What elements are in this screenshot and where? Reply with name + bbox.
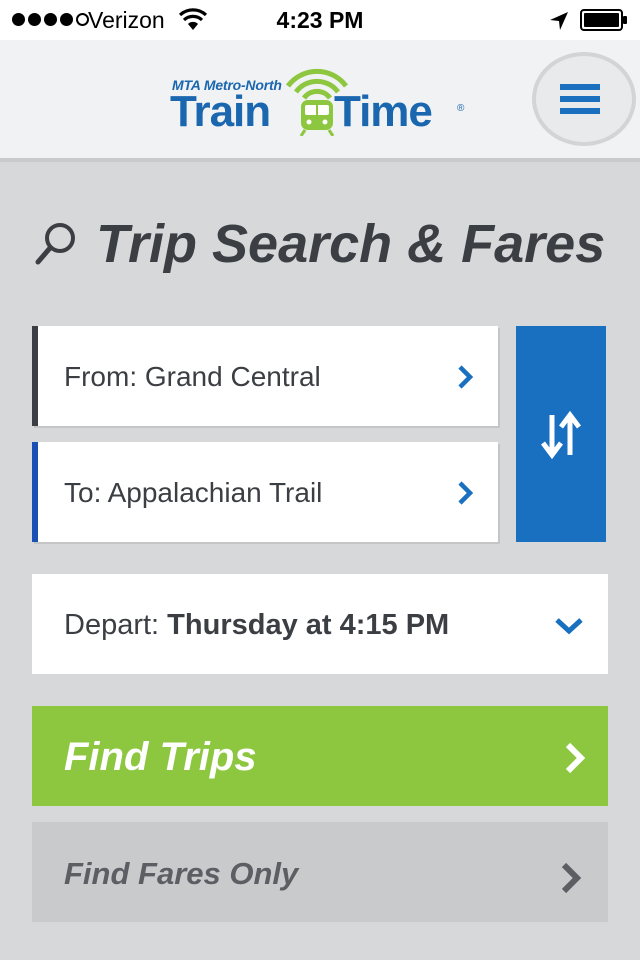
to-station-field[interactable]: To: Appalachian Trail [32, 442, 498, 542]
logo-trademark: ® [457, 103, 465, 114]
battery-icon [580, 9, 627, 31]
find-trips-label: Find Trips [64, 735, 257, 779]
depart-time-selector[interactable]: Depart: Thursday at 4:15 PM [32, 574, 608, 674]
depart-value: Thursday at 4:15 PM [167, 609, 450, 641]
depart-prefix: Depart: [64, 609, 168, 641]
chevron-right-icon [458, 365, 474, 389]
menu-button[interactable] [532, 52, 636, 146]
chevron-down-icon [555, 618, 583, 635]
logo-word-time: Time [334, 87, 433, 136]
status-time: 4:23 PM [276, 7, 364, 33]
status-bar: Verizon 4:23 PM [0, 0, 640, 40]
location-arrow-icon [550, 12, 568, 30]
to-station-label: To: Appalachian Trail [64, 477, 323, 508]
chevron-right-icon [458, 481, 474, 505]
from-station-label: From: Grand Central [64, 361, 321, 392]
search-icon [35, 223, 75, 265]
from-station-field[interactable]: From: Grand Central [32, 326, 498, 426]
swap-arrows-icon [541, 411, 581, 459]
chevron-right-icon [561, 862, 582, 894]
depart-text: Depart: Thursday at 4:15 PM [64, 608, 449, 642]
chevron-right-icon [565, 742, 586, 774]
find-fares-label: Find Fares Only [64, 856, 299, 891]
swap-stations-button[interactable] [516, 326, 606, 542]
logo-word-train: Train [170, 87, 271, 136]
header-divider [0, 158, 640, 162]
find-trips-button[interactable]: Find Trips [32, 706, 608, 806]
find-fares-only-button[interactable]: Find Fares Only [32, 822, 608, 922]
page-title: Trip Search & Fares [96, 214, 606, 274]
